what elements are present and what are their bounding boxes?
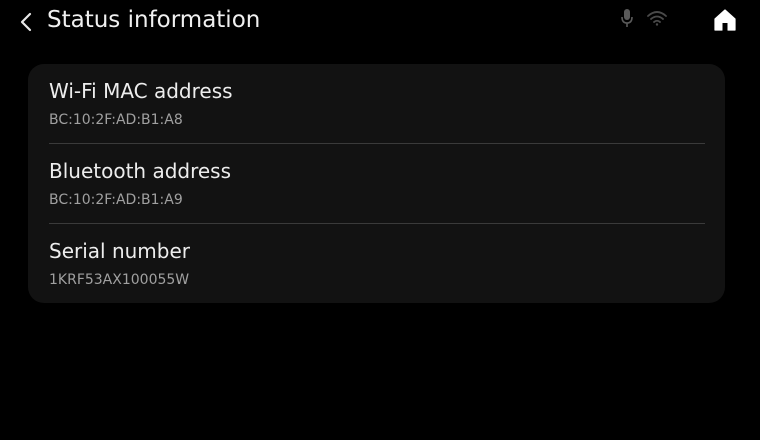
list-item-wifi-mac[interactable]: Wi-Fi MAC address BC:10:2F:AD:B1:A8 <box>49 64 705 144</box>
item-label: Serial number <box>49 239 191 263</box>
back-button[interactable] <box>12 8 40 36</box>
list-item-bluetooth-address[interactable]: Bluetooth address BC:10:2F:AD:B1:A9 <box>49 144 705 224</box>
chevron-left-icon <box>20 12 32 32</box>
item-value: BC:10:2F:AD:B1:A8 <box>49 112 183 128</box>
home-button[interactable] <box>709 4 741 36</box>
home-icon <box>714 9 736 31</box>
item-label: Wi-Fi MAC address <box>49 79 233 103</box>
page-title: Status information <box>47 7 261 33</box>
item-label: Bluetooth address <box>49 159 232 183</box>
wifi-icon <box>647 8 667 28</box>
item-value: 1KRF53AX100055W <box>49 272 190 288</box>
status-info-card: Wi-Fi MAC address BC:10:2F:AD:B1:A8 Blue… <box>28 64 725 303</box>
item-value: BC:10:2F:AD:B1:A9 <box>49 192 183 208</box>
microphone-icon <box>617 8 637 28</box>
top-bar: Status information <box>0 0 760 44</box>
list-item-serial-number[interactable]: Serial number 1KRF53AX100055W <box>49 224 705 304</box>
